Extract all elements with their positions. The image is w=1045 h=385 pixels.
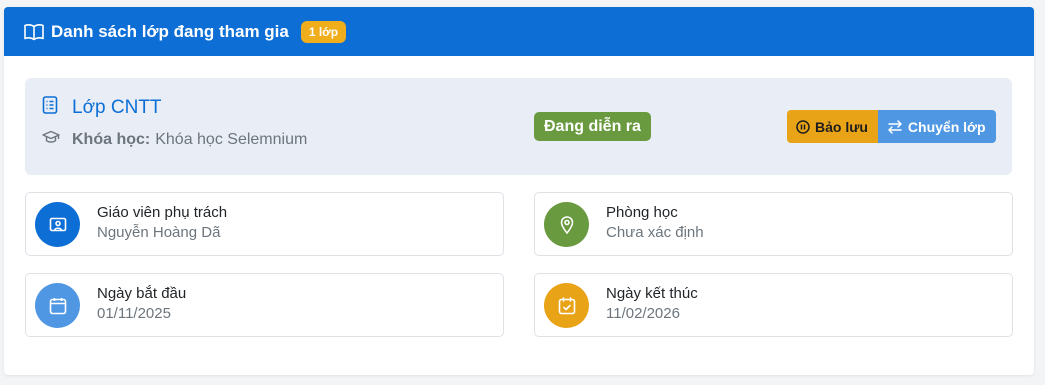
list-icon (42, 96, 58, 119)
calendar-icon (35, 283, 80, 328)
class-name[interactable]: Lớp CNTT (72, 97, 162, 119)
course-label: Khóa học: (72, 130, 151, 148)
calendar-check-icon (544, 283, 589, 328)
class-title-row: Lớp CNTT (42, 96, 162, 119)
card-header: Danh sách lớp đang tham gia 1 lớp (4, 7, 1034, 56)
status-badge: Đang diễn ra (534, 112, 651, 141)
start-date-value: 01/11/2025 (97, 305, 171, 322)
room-card: Phòng học Chưa xác định (534, 192, 1013, 256)
room-label: Phòng học (606, 204, 678, 221)
transfer-button[interactable]: Chuyển lớp (877, 110, 996, 143)
end-date-value: 11/02/2026 (606, 305, 680, 322)
end-date-card: Ngày kết thúc 11/02/2026 (534, 273, 1013, 337)
teacher-card: Giáo viên phụ trách Nguyễn Hoàng Dã (25, 192, 504, 256)
pause-circle-icon (796, 119, 810, 134)
transfer-button-label: Chuyển lớp (907, 118, 986, 135)
course-value: Khóa học Selemnium (155, 130, 308, 148)
class-actions: Bảo lưu Chuyển lớp (787, 110, 996, 143)
class-item: Lớp CNTT Khóa học: Khóa học Selemnium Đa… (25, 78, 1012, 175)
teacher-board-icon (35, 202, 80, 247)
end-date-label: Ngày kết thúc (606, 285, 698, 302)
save-button-label: Bảo lưu (815, 118, 868, 135)
book-open-icon (24, 22, 44, 42)
map-pin-icon (544, 202, 589, 247)
room-value: Chưa xác định (606, 224, 704, 241)
teacher-label: Giáo viên phụ trách (97, 204, 228, 221)
save-button[interactable]: Bảo lưu (787, 110, 878, 143)
class-count-badge: 1 lớp (300, 20, 347, 43)
class-list-card: Danh sách lớp đang tham gia 1 lớp Lớp CN… (4, 7, 1034, 375)
graduation-cap-icon (42, 130, 60, 149)
card-title: Danh sách lớp đang tham gia (51, 21, 289, 41)
start-date-card: Ngày bắt đầu 01/11/2025 (25, 273, 504, 337)
teacher-value: Nguyễn Hoàng Dã (97, 224, 221, 241)
course-info: Khóa học: Khóa học Selemnium (42, 130, 307, 149)
start-date-label: Ngày bắt đầu (97, 285, 187, 302)
arrows-exchange-icon (887, 119, 903, 134)
